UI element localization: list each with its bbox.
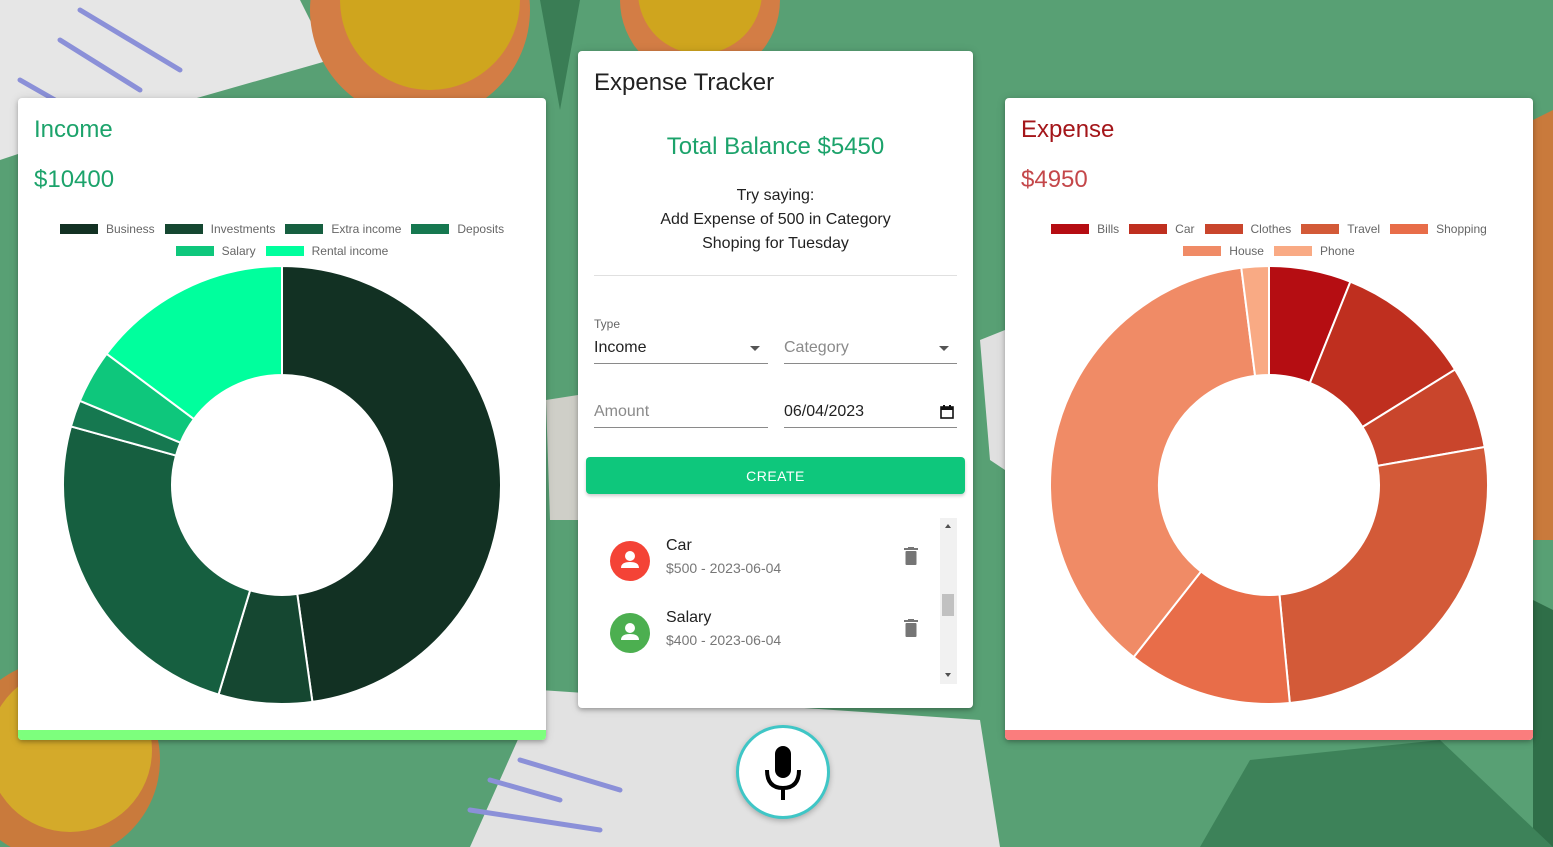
- list-item[interactable]: Car $500 - 2023-06-04: [594, 533, 934, 593]
- income-accent-bar: [18, 730, 546, 740]
- person-icon: [621, 551, 639, 568]
- caret-down-icon: [939, 346, 949, 351]
- transaction-avatar: [610, 541, 650, 581]
- slice-travel[interactable]: [1278, 445, 1489, 705]
- person-icon: [621, 623, 639, 640]
- transaction-title: Salary: [666, 609, 712, 626]
- expense-card: Expense $4950 Bills Car Clothes Travel Shopp…: [1005, 98, 1533, 740]
- total-balance: Total Balance $5450: [666, 133, 885, 160]
- list-scrollbar[interactable]: [940, 518, 957, 684]
- hint-line-2: Add Expense of 500 in Category: [660, 211, 891, 228]
- type-select[interactable]: Type Income: [594, 313, 768, 364]
- transaction-avatar: [610, 613, 650, 653]
- expense-donut-chart: [1049, 264, 1489, 705]
- category-placeholder: Category: [784, 339, 849, 356]
- category-select[interactable]: Category: [784, 313, 957, 364]
- transaction-title: Car: [666, 537, 692, 554]
- scroll-thumb[interactable]: [942, 594, 954, 616]
- expense-tracker-card: Expense Tracker Total Balance $5450 Try …: [578, 51, 973, 708]
- slice-business[interactable]: [281, 264, 502, 704]
- trash-icon[interactable]: [904, 619, 918, 637]
- income-donut-chart: [62, 264, 502, 705]
- slice-extra-income[interactable]: [62, 425, 252, 696]
- type-label: Type: [594, 317, 621, 331]
- voice-input-button[interactable]: [736, 725, 830, 819]
- income-card: Income $10400 Business Investments Extra i…: [18, 98, 546, 740]
- caret-down-icon: [750, 346, 760, 351]
- type-value: Income: [594, 339, 647, 356]
- scroll-down-arrow[interactable]: [945, 673, 951, 677]
- hint-line-3: Shoping for Tuesday: [702, 235, 849, 252]
- create-button[interactable]: CREATE: [586, 457, 965, 494]
- scroll-up-arrow[interactable]: [945, 524, 951, 528]
- microphone-icon: [765, 746, 801, 800]
- transaction-subtitle: $500 - 2023-06-04: [666, 560, 782, 576]
- divider: [594, 275, 957, 276]
- trash-icon[interactable]: [904, 547, 918, 565]
- transaction-subtitle: $400 - 2023-06-04: [666, 632, 782, 648]
- calendar-icon[interactable]: [940, 405, 954, 419]
- tracker-title: Expense Tracker: [594, 69, 775, 96]
- date-input[interactable]: 06/04/2023: [784, 391, 957, 428]
- amount-placeholder: Amount: [594, 403, 650, 420]
- date-value: 06/04/2023: [784, 403, 865, 420]
- hint-line-1: Try saying:: [736, 187, 815, 204]
- transaction-list: Car $500 - 2023-06-04 Salary $400 - 2023…: [594, 518, 957, 684]
- amount-input[interactable]: Amount: [594, 391, 768, 428]
- expense-accent-bar: [1005, 730, 1533, 740]
- voice-hint: Try saying: Add Expense of 500 in Catego…: [578, 184, 973, 256]
- list-item[interactable]: Salary $400 - 2023-06-04: [594, 605, 934, 665]
